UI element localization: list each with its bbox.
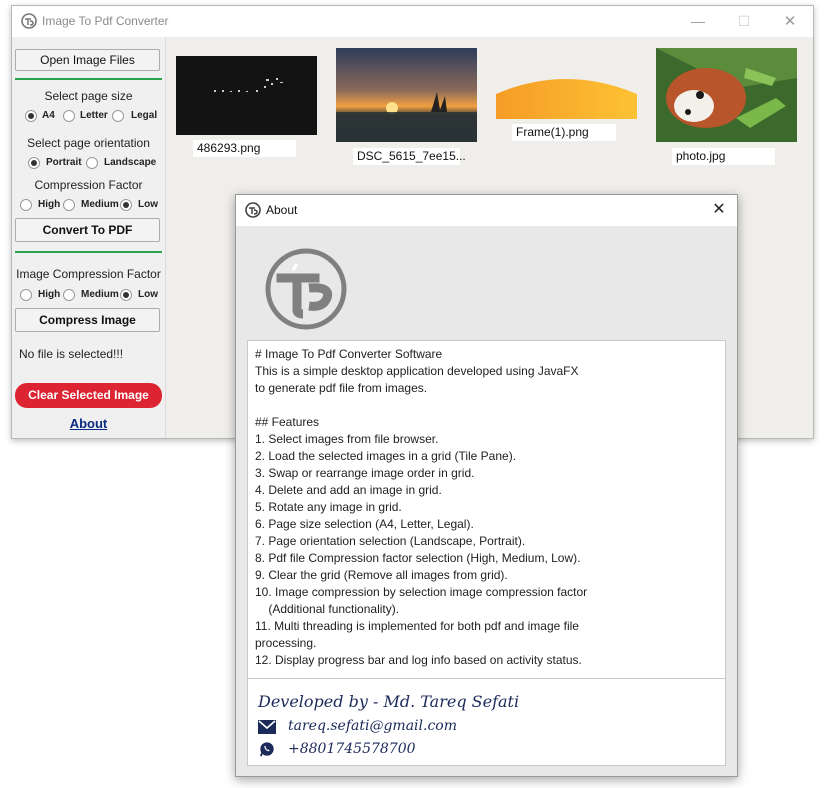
sidebar: Open Image Files Select page size A4 Let… <box>12 38 166 438</box>
close-button[interactable]: ✕ <box>767 6 813 37</box>
about-link[interactable]: About <box>12 416 165 431</box>
maximize-button[interactable]: ☐ <box>721 6 767 37</box>
radio-image-low-label: Low <box>138 289 158 300</box>
page-size-group: A4 Letter Legal <box>12 109 165 125</box>
divider <box>15 78 162 80</box>
convert-to-pdf-button[interactable]: Convert To PDF <box>15 218 160 242</box>
about-close-button[interactable]: ✕ <box>707 199 731 221</box>
compression-label: Compression Factor <box>34 178 143 192</box>
about-app-icon <box>245 202 261 218</box>
about-title: About <box>266 203 298 217</box>
image-thumbnail-1[interactable] <box>176 56 317 135</box>
radio-medium-label: Medium <box>81 199 119 210</box>
minimize-button[interactable]: — <box>675 6 721 37</box>
radio-image-high-label: High <box>38 289 61 300</box>
image-thumbnail-3[interactable] <box>496 72 637 119</box>
image-name-2: DSC_5615_7ee15... <box>353 148 466 165</box>
clear-selected-image-button[interactable]: Clear Selected Image <box>15 383 162 408</box>
image-thumbnail-4[interactable] <box>656 48 797 142</box>
radio-high[interactable] <box>20 199 32 211</box>
radio-low-label: Low <box>138 199 158 210</box>
radio-image-low[interactable] <box>120 289 132 301</box>
radio-landscape[interactable] <box>86 157 98 169</box>
orientation-group: Portrait Landscape <box>12 156 165 172</box>
radio-legal-label: Legal <box>131 110 158 121</box>
radio-image-high[interactable] <box>20 289 32 301</box>
app-logo <box>265 248 347 330</box>
radio-portrait[interactable] <box>28 157 40 169</box>
developer-email[interactable]: tareq.sefati@gmail.com <box>288 718 457 734</box>
radio-image-medium[interactable] <box>63 289 75 301</box>
radio-image-medium-label: Medium <box>81 289 119 300</box>
title-bar: Image To Pdf Converter — ☐ ✕ <box>12 6 813 37</box>
about-title-bar: About ✕ <box>236 195 737 226</box>
radio-high-label: High <box>38 199 61 210</box>
developer-phone[interactable]: +8801745578700 <box>288 741 416 757</box>
about-description: # Image To Pdf Converter Software This i… <box>255 347 588 667</box>
divider <box>15 251 162 253</box>
radio-portrait-label: Portrait <box>46 157 82 168</box>
orientation-label: Select page orientation <box>27 136 150 150</box>
developer-credit: Developed by - Md. Tareq Sefati <box>258 692 520 711</box>
whatsapp-icon <box>259 742 274 757</box>
radio-letter[interactable] <box>63 110 75 122</box>
radio-a4-label: A4 <box>42 110 55 121</box>
radio-legal[interactable] <box>112 110 124 122</box>
status-text: No file is selected!!! <box>19 347 124 361</box>
image-name-1: 486293.png <box>193 140 296 157</box>
app-logo-icon <box>21 13 37 29</box>
compress-image-button[interactable]: Compress Image <box>15 308 160 332</box>
about-content-panel: # Image To Pdf Converter Software This i… <box>247 340 726 766</box>
image-name-4: photo.jpg <box>672 148 775 165</box>
email-icon <box>258 720 276 734</box>
radio-landscape-label: Landscape <box>104 157 157 168</box>
page-size-label: Select page size <box>44 89 133 103</box>
radio-a4[interactable] <box>25 110 37 122</box>
compression-group: High Medium Low <box>12 198 165 214</box>
radio-letter-label: Letter <box>80 110 108 121</box>
image-thumbnail-2[interactable] <box>336 48 477 142</box>
image-name-3: Frame(1).png <box>512 124 616 141</box>
open-image-files-button[interactable]: Open Image Files <box>15 49 160 71</box>
radio-medium[interactable] <box>63 199 75 211</box>
about-dialog: About ✕ # Image To Pdf Converter Softwar… <box>235 194 738 777</box>
window-title: Image To Pdf Converter <box>42 14 169 28</box>
radio-low[interactable] <box>120 199 132 211</box>
divider <box>248 678 725 679</box>
image-compression-label: Image Compression Factor <box>16 267 161 281</box>
image-compression-group: High Medium Low <box>12 288 165 304</box>
